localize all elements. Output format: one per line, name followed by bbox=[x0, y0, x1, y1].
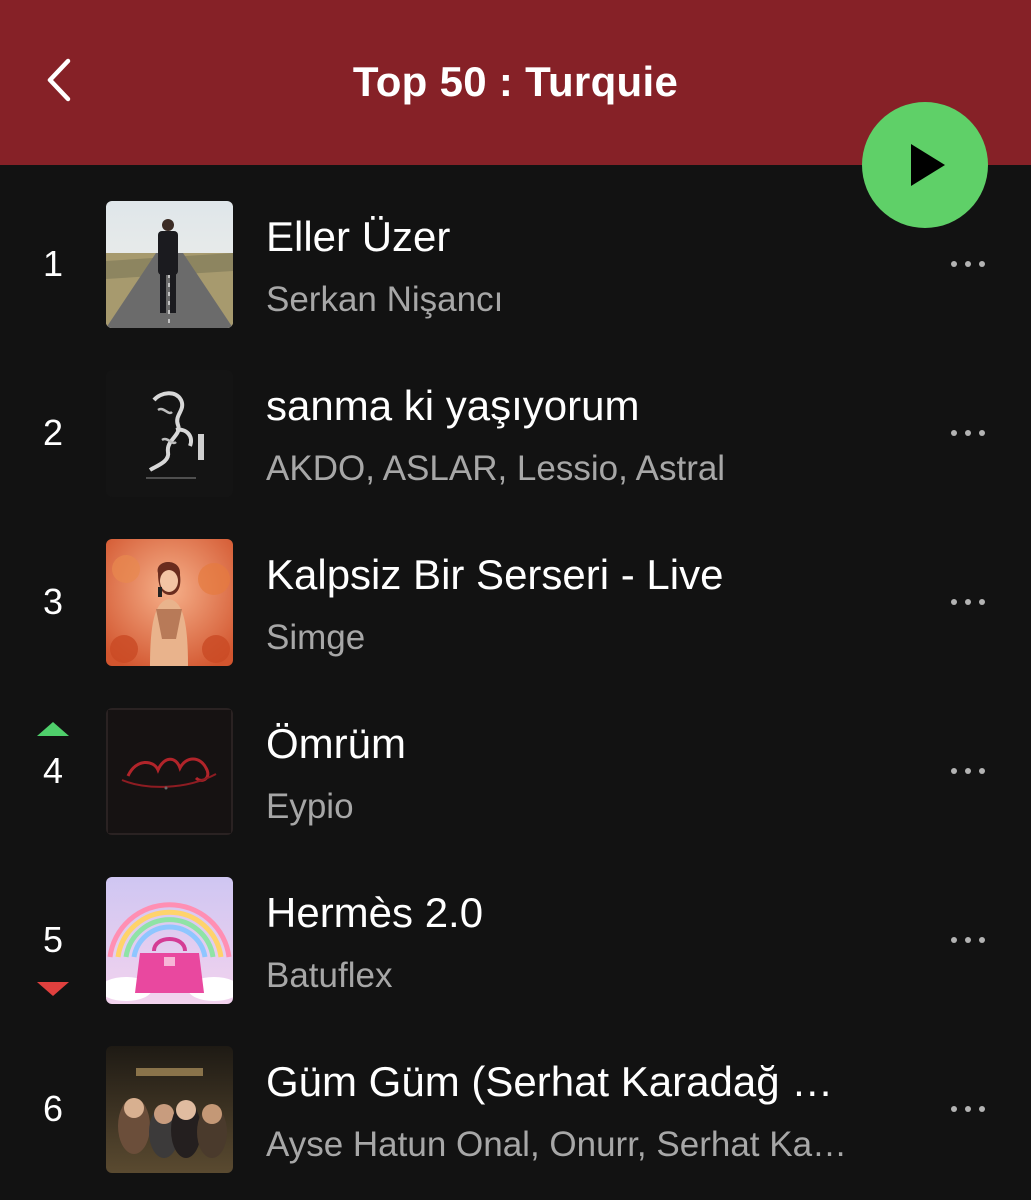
track-row[interactable]: 2 sanma ki yaşıyorum AKDO, ASLAR, Lessio… bbox=[0, 349, 1031, 518]
more-options-button[interactable] bbox=[938, 580, 998, 624]
track-artist[interactable]: AKDO, ASLAR, Lessio, Astral bbox=[266, 447, 856, 491]
track-row[interactable]: 4 Ömrüm Eypio bbox=[0, 687, 1031, 856]
trend-down-icon bbox=[37, 982, 69, 996]
more-icon bbox=[951, 1106, 957, 1112]
rank-number: 5 bbox=[42, 919, 64, 960]
more-options-button[interactable] bbox=[938, 749, 998, 793]
album-cover[interactable] bbox=[106, 201, 233, 328]
track-list: 1 Eller Üzer Serkan Nişancı 2 sanma ki y… bbox=[0, 180, 1031, 1194]
trend-up-icon bbox=[37, 722, 69, 736]
track-title[interactable]: Güm Güm (Serhat Karadağ Remix) bbox=[266, 1055, 856, 1109]
more-options-button[interactable] bbox=[938, 411, 998, 455]
rank-number: 3 bbox=[42, 581, 64, 622]
more-icon bbox=[951, 768, 957, 774]
album-cover[interactable] bbox=[106, 877, 233, 1004]
track-row[interactable]: 3 Kalpsiz Bir Serseri - Live Simge bbox=[0, 518, 1031, 687]
track-title[interactable]: Kalpsiz Bir Serseri - Live bbox=[266, 548, 856, 602]
rank-column: 4 bbox=[22, 687, 84, 856]
rank-number: 1 bbox=[42, 243, 64, 284]
track-title[interactable]: Ömrüm bbox=[266, 717, 856, 771]
track-artist[interactable]: Batuflex bbox=[266, 954, 856, 998]
track-artist[interactable]: Serkan Nişancı bbox=[266, 278, 856, 322]
rank-number: 2 bbox=[42, 412, 64, 453]
album-cover[interactable] bbox=[106, 708, 233, 835]
track-title[interactable]: Eller Üzer bbox=[266, 210, 856, 264]
track-title[interactable]: sanma ki yaşıyorum bbox=[266, 379, 856, 433]
more-options-button[interactable] bbox=[938, 918, 998, 962]
track-artist[interactable]: Ayse Hatun Onal, Onurr, Serhat Karadağ bbox=[266, 1123, 856, 1167]
track-artist[interactable]: Simge bbox=[266, 616, 856, 660]
play-icon bbox=[911, 144, 945, 186]
rank-column: 5 bbox=[22, 856, 84, 1025]
track-row[interactable]: 5 Hermès 2.0 Batuflex bbox=[0, 856, 1031, 1025]
track-artist[interactable]: Eypio bbox=[266, 785, 856, 829]
more-icon bbox=[951, 599, 957, 605]
rank-number: 6 bbox=[42, 1088, 64, 1129]
more-icon bbox=[951, 937, 957, 943]
more-icon bbox=[951, 261, 957, 267]
rank-column: 6 bbox=[22, 1025, 84, 1194]
rank-column: 2 bbox=[22, 349, 84, 518]
rank-column: 1 bbox=[22, 180, 84, 349]
more-options-button[interactable] bbox=[938, 242, 998, 286]
album-cover[interactable] bbox=[106, 370, 233, 497]
more-icon bbox=[951, 430, 957, 436]
rank-column: 3 bbox=[22, 518, 84, 687]
album-cover[interactable] bbox=[106, 539, 233, 666]
track-row[interactable]: 6 Güm Güm (Serhat Karadağ Re Ayse Hatun … bbox=[0, 1025, 1031, 1194]
more-options-button[interactable] bbox=[938, 1087, 998, 1131]
rank-number: 4 bbox=[42, 750, 64, 791]
play-button[interactable] bbox=[862, 102, 988, 228]
album-cover[interactable] bbox=[106, 1046, 233, 1173]
page-title: Top 50 : Turquie bbox=[352, 58, 679, 105]
track-title[interactable]: Hermès 2.0 bbox=[266, 886, 856, 940]
